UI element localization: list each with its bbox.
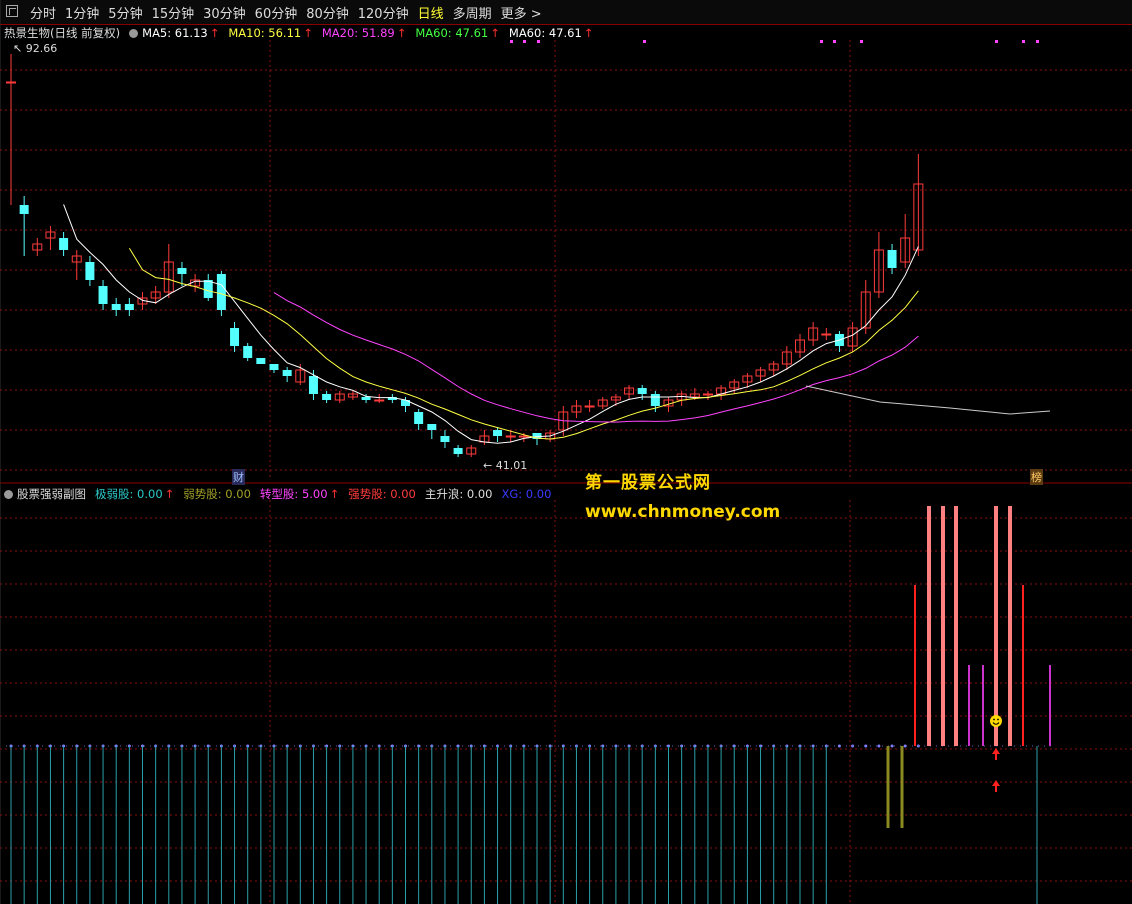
up-arrow-icon: ↑ [396, 26, 407, 40]
candle-body [98, 286, 108, 304]
signal-mark [860, 40, 863, 43]
signal-mark [820, 40, 823, 43]
up-arrow-icon: ↑ [583, 26, 594, 40]
candle-body [177, 268, 187, 274]
signal-mark [643, 40, 646, 43]
signal-mark [833, 40, 836, 43]
ma10-label: MA10: 56.11 [228, 26, 302, 40]
smiley-eye [997, 718, 999, 721]
candle-body [216, 274, 226, 310]
up-arrow-icon: ↑ [209, 26, 220, 40]
up-arrow-icon: ↑ [164, 487, 175, 501]
candle-body [243, 346, 253, 358]
ma20-label: MA20: 51.89 [321, 26, 395, 40]
candle-body [85, 262, 95, 280]
candle-body [124, 304, 134, 310]
strong-bar [914, 585, 916, 746]
strong-bar [982, 665, 984, 746]
main-legend: 热景生物(日线 前复权) MA5: 61.13 ↑ MA10: 56.11 ↑ MA… [4, 25, 602, 41]
candle-body [6, 81, 16, 84]
ma60b-label: MA60: 47.61 [508, 26, 582, 40]
up-arrow-icon: ↑ [490, 26, 500, 40]
ma5-line [63, 204, 919, 444]
smiley-icon [990, 715, 1002, 727]
settings-dot-icon[interactable] [129, 28, 139, 38]
up-arrow-icon [992, 780, 1000, 792]
ma20-line [273, 292, 919, 423]
high-price-value: 92.66 [25, 42, 58, 55]
candle-body [650, 394, 660, 406]
signal-mark [995, 40, 998, 43]
high-price-label: ↖ 92.66 [13, 42, 58, 55]
indicator-name: 股票强弱副图 [17, 487, 86, 501]
strong-bar [927, 506, 931, 746]
signal-mark [1036, 40, 1039, 43]
strong-bar [1022, 585, 1024, 746]
candle-body [19, 205, 29, 214]
candle-body [887, 250, 897, 268]
indicator-legend: 股票强弱副图 极弱股: 0.00 ↑ 弱势股: 0.00 转型股: 5.00 ↑ 强… [4, 486, 560, 502]
candle-body [821, 333, 832, 336]
strong-bar [1049, 665, 1051, 746]
strong-bar [1008, 506, 1012, 746]
ma60-line [805, 385, 1051, 415]
candle-body [256, 358, 266, 364]
candle-body [308, 376, 318, 394]
xg-label: XG: 0.00 [501, 487, 552, 501]
candle-body [374, 399, 385, 402]
ma5-label: MA5: 61.13 [142, 26, 208, 40]
main-rise-label: 主升浪: 0.00 [424, 487, 493, 501]
watermark-title: 第一股票公式网 [585, 473, 711, 493]
strong-bar [941, 506, 945, 746]
low-price-label: ← 41.01 [483, 459, 528, 472]
candle-body [440, 436, 450, 442]
ma60-label: MA60: 47.61 [415, 26, 489, 40]
candle-body [584, 405, 595, 408]
chart-canvas[interactable] [0, 0, 1132, 904]
rank-tag[interactable]: 榜 [1030, 469, 1043, 485]
strong-bar [968, 665, 970, 746]
base-dot [890, 744, 894, 748]
low-price-value: 41.01 [495, 459, 528, 472]
candle-body [427, 424, 437, 430]
candle-body [269, 364, 279, 370]
settings-dot-icon[interactable] [4, 489, 13, 499]
candle-body [505, 435, 516, 438]
extreme-weak-label: 极弱股: 0.00 [95, 487, 163, 501]
finance-tag[interactable]: 财 [232, 469, 245, 485]
strong-bar [994, 506, 998, 746]
candle-body [282, 370, 292, 376]
candle-body [414, 412, 424, 424]
up-arrow-icon: ↑ [303, 26, 313, 40]
candle-body [59, 238, 69, 250]
candle-body [702, 393, 713, 396]
up-arrow-icon: ↑ [329, 487, 340, 501]
candle-body [322, 394, 332, 400]
candle-body [518, 435, 529, 438]
weak-label: 弱势股: 0.00 [183, 487, 251, 501]
strong-label: 强势股: 0.00 [348, 487, 416, 501]
weak-bar [900, 746, 904, 828]
candle-body [230, 328, 240, 346]
candle-body [203, 280, 213, 298]
base-dot [877, 744, 881, 748]
watermark-url: www.chnmoney.com [585, 502, 781, 522]
up-arrow-icon [992, 748, 1000, 760]
smiley-eye [993, 718, 995, 721]
signal-mark [1022, 40, 1025, 43]
candle-body [637, 388, 647, 394]
turning-label: 转型股: 5.00 [259, 487, 328, 501]
candle-body [453, 448, 463, 454]
strong-bar [954, 506, 958, 746]
candle-body [111, 304, 121, 310]
weak-bar [886, 746, 890, 828]
candle-body [361, 397, 371, 400]
stock-title: 热景生物(日线 前复权) [4, 26, 121, 40]
candle-body [493, 430, 503, 436]
